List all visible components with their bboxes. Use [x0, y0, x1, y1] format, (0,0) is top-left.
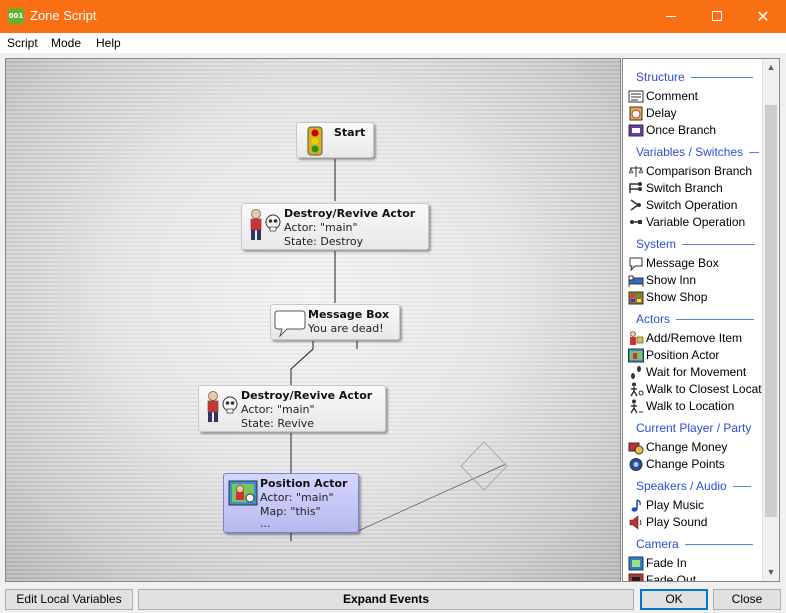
close-icon: ✕	[756, 7, 770, 26]
walk-closest-icon	[630, 382, 644, 397]
delay-icon	[629, 106, 643, 121]
palette-scrollbar[interactable]: ▲ ▼	[762, 59, 779, 581]
walk-icon	[630, 399, 643, 414]
palette-item-walk-to-closest-location[interactable]: Walk to Closest Location	[628, 381, 778, 398]
menu-mode[interactable]: Mode	[51, 36, 81, 50]
actor-skull-icon	[250, 209, 281, 240]
speech-bubble-icon	[274, 310, 306, 338]
palette-item-fade-out[interactable]: Fade Out	[628, 572, 696, 581]
node-message-box[interactable]: Message Box You are dead!	[270, 304, 400, 340]
category-variables-switches: Variables / Switches	[636, 145, 760, 159]
node-revive-actor-line-state: State: Revive	[241, 417, 315, 430]
event-palette: Structure Comment Delay Once Branch Vari…	[622, 58, 780, 582]
zone-script-window: 001 Zone Script ✕ Script Mode Help Start	[0, 0, 786, 613]
node-start[interactable]: Start	[296, 122, 374, 158]
once-branch-icon	[628, 124, 644, 137]
inn-icon	[628, 275, 644, 288]
script-canvas[interactable]: Start Destroy/Revive Actor Actor: "main"…	[5, 58, 621, 582]
speech-bubble-icon	[629, 257, 643, 272]
money-icon	[628, 442, 644, 455]
node-position-actor[interactable]: Position Actor Actor: "main" Map: "this"…	[223, 473, 359, 533]
scroll-up-icon[interactable]: ▲	[763, 59, 779, 76]
palette-item-once-branch[interactable]: Once Branch	[628, 122, 716, 139]
palette-item-switch-operation[interactable]: Switch Operation	[628, 197, 737, 214]
node-revive-actor[interactable]: Destroy/Revive Actor Actor: "main" State…	[198, 385, 386, 432]
palette-item-comparison-branch[interactable]: Comparison Branch	[628, 163, 752, 180]
traffic-light-icon	[307, 126, 323, 156]
category-camera: Camera	[636, 537, 753, 551]
palette-item-play-music[interactable]: Play Music	[628, 497, 704, 514]
close-button[interactable]: Close	[713, 589, 781, 610]
window-title: Zone Script	[30, 8, 97, 23]
category-current-player-party: Current Player / Party	[636, 421, 752, 435]
position-actor-icon	[628, 348, 644, 363]
palette-item-variable-operation[interactable]: Variable Operation	[628, 214, 745, 231]
category-structure: Structure	[636, 70, 753, 84]
scales-icon	[628, 166, 644, 178]
ok-button[interactable]: OK	[640, 589, 708, 610]
palette-item-message-box[interactable]: Message Box	[628, 255, 719, 272]
palette-item-delay[interactable]: Delay	[628, 105, 677, 122]
palette-item-change-points[interactable]: Change Points	[628, 456, 725, 473]
palette-item-show-shop[interactable]: Show Shop	[628, 289, 707, 306]
variable-operation-icon	[630, 220, 642, 225]
music-note-icon	[631, 499, 641, 513]
node-destroy-actor-title: Destroy/Revive Actor	[284, 207, 416, 220]
palette-item-fade-in[interactable]: Fade In	[628, 555, 687, 572]
palette-item-play-sound[interactable]: Play Sound	[628, 514, 707, 531]
node-destroy-actor[interactable]: Destroy/Revive Actor Actor: "main" State…	[241, 203, 429, 250]
node-position-actor-line-actor: Actor: "main"	[260, 491, 334, 504]
menu-script[interactable]: Script	[7, 36, 38, 50]
shop-icon	[628, 291, 644, 305]
close-window-button[interactable]: ✕	[740, 0, 786, 33]
add-item-icon	[630, 331, 644, 346]
node-revive-actor-title: Destroy/Revive Actor	[241, 389, 373, 402]
category-system: System	[636, 237, 756, 251]
node-message-box-title: Message Box	[308, 308, 390, 321]
menu-help[interactable]: Help	[96, 36, 121, 50]
edit-local-variables-button[interactable]: Edit Local Variables	[5, 589, 133, 610]
minimize-icon	[666, 16, 676, 17]
speaker-icon	[629, 515, 642, 530]
actor-skull-icon	[207, 391, 238, 422]
maximize-icon	[712, 11, 722, 21]
node-position-actor-line-more: ...	[260, 517, 271, 530]
minimize-button[interactable]	[648, 0, 694, 33]
palette-item-add-remove-item[interactable]: Add/Remove Item	[628, 330, 742, 347]
fade-in-icon	[628, 556, 644, 571]
maximize-button[interactable]	[694, 0, 740, 33]
position-actor-icon	[228, 480, 258, 506]
node-revive-actor-line-actor: Actor: "main"	[241, 403, 315, 416]
comment-icon	[628, 90, 644, 103]
bottom-button-bar: Edit Local Variables Expand Events OK Cl…	[0, 586, 786, 613]
app-icon: 001	[8, 8, 24, 24]
palette-item-switch-branch[interactable]: Switch Branch	[628, 180, 723, 197]
node-destroy-actor-line-actor: Actor: "main"	[284, 221, 358, 234]
palette-item-wait-for-movement[interactable]: Wait for Movement	[628, 364, 746, 381]
palette-item-walk-to-location[interactable]: Walk to Location	[628, 398, 734, 415]
title-bar[interactable]: 001 Zone Script ✕	[0, 0, 786, 33]
switch-branch-icon	[629, 182, 642, 194]
menu-bar: Script Mode Help	[0, 33, 786, 53]
points-icon	[629, 458, 643, 472]
palette-item-change-money[interactable]: Change Money	[628, 439, 727, 456]
category-speakers-audio: Speakers / Audio	[636, 479, 751, 493]
node-start-title: Start	[334, 126, 366, 139]
switch-operation-icon	[630, 199, 641, 211]
fade-out-icon	[628, 573, 644, 581]
node-destroy-actor-line-state: State: Destroy	[284, 235, 364, 248]
category-actors: Actors	[636, 312, 755, 326]
node-message-box-line: You are dead!	[308, 322, 384, 335]
scroll-down-icon[interactable]: ▼	[763, 564, 779, 581]
scrollbar-thumb[interactable]	[765, 105, 777, 517]
node-position-actor-title: Position Actor	[260, 477, 348, 490]
palette-item-show-inn[interactable]: Show Inn	[628, 272, 696, 289]
expand-events-button[interactable]: Expand Events	[138, 589, 634, 610]
palette-item-comment[interactable]: Comment	[628, 88, 698, 105]
palette-item-position-actor[interactable]: Position Actor	[628, 347, 719, 364]
footsteps-icon	[631, 366, 641, 380]
